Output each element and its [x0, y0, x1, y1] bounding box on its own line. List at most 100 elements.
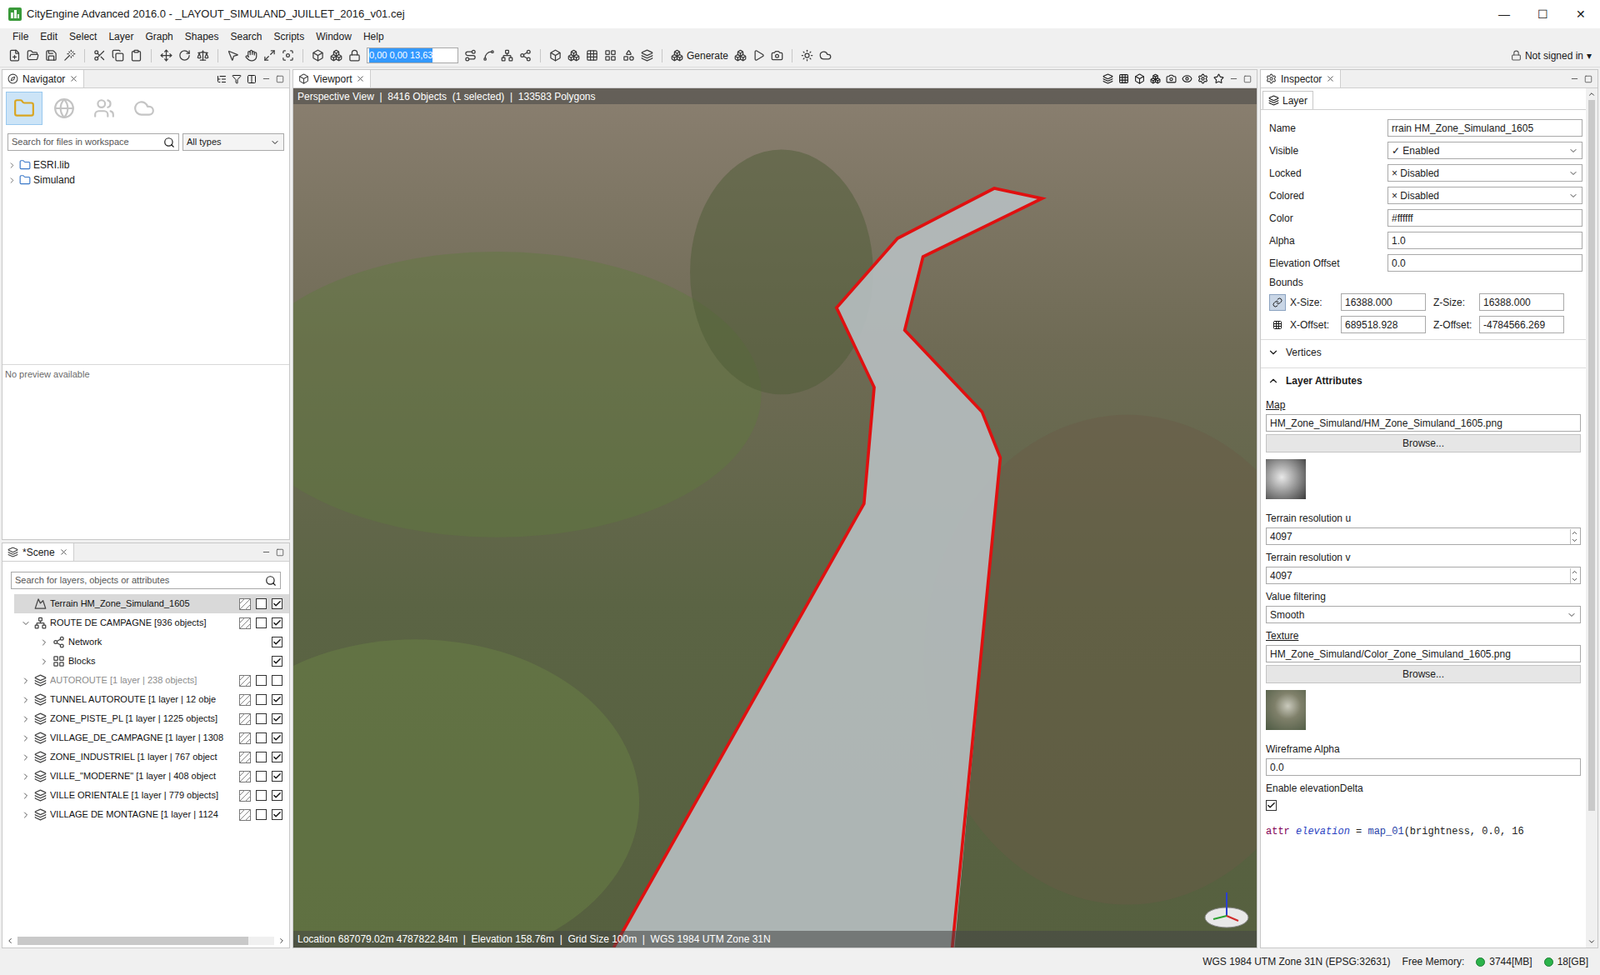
property-select[interactable]: × Disabled [1387, 186, 1583, 205]
toolbar-icon[interactable] [311, 49, 325, 62]
increment-icon[interactable] [1570, 529, 1579, 537]
lock-checkbox[interactable] [255, 770, 267, 782]
type-filter-select[interactable]: All types [182, 133, 285, 151]
property-field[interactable]: 1.0 [1387, 231, 1583, 250]
view-mode-icon[interactable] [1102, 73, 1114, 85]
shaded-icon[interactable] [1134, 73, 1145, 85]
toolbar-icon[interactable] [330, 49, 343, 62]
property-field[interactable]: rrain HM_Zone_Simuland_1605 [1387, 119, 1583, 137]
visible-checkbox[interactable] [271, 809, 283, 820]
scroll-left-icon[interactable] [5, 936, 15, 945]
minimize-icon[interactable] [261, 74, 271, 84]
toolbar-icon[interactable] [734, 49, 747, 62]
minimize-icon[interactable] [261, 547, 271, 557]
toolbar-icon[interactable] [567, 49, 580, 62]
collapsed-icon[interactable] [20, 714, 31, 725]
close-icon[interactable] [1325, 74, 1335, 84]
collapsed-icon[interactable] [39, 637, 50, 648]
wireframe-icon[interactable] [1118, 73, 1130, 85]
layer-row[interactable]: ZONE_PISTE_PL [1 layer | 1225 objects] [14, 709, 290, 729]
link-editor-icon[interactable] [246, 74, 257, 85]
layer-row[interactable]: AUTOROUTE [1 layer | 238 objects] [14, 670, 290, 690]
attribute-field[interactable]: 0.0 [1265, 758, 1581, 776]
layer-row[interactable]: Network [14, 632, 290, 652]
lock-checkbox[interactable] [255, 694, 267, 705]
attribute-link[interactable]: Map [1265, 392, 1581, 415]
menu-item[interactable]: Shapes [179, 29, 225, 45]
lock-checkbox[interactable] [255, 751, 267, 763]
collapsed-icon[interactable] [7, 160, 17, 170]
attribute-link[interactable]: Texture [1265, 623, 1581, 645]
menu-item[interactable]: Window [310, 29, 358, 45]
layer-row[interactable]: VILLAGE DE MONTAGNE [1 layer | 1124 [14, 805, 290, 825]
visible-checkbox[interactable] [271, 713, 283, 725]
lock-checkbox[interactable] [255, 732, 267, 744]
section-header[interactable]: Layer Attributes [1260, 367, 1586, 393]
visible-checkbox[interactable] [271, 790, 283, 801]
scroll-down-icon[interactable] [1587, 937, 1596, 946]
panel-tab[interactable]: Inspector [1260, 70, 1341, 88]
toolbar-icon[interactable] [464, 49, 477, 62]
horizontal-scrollbar[interactable] [2, 934, 290, 948]
color-toggle-icon[interactable] [239, 790, 251, 802]
browse-button[interactable]: Browse... [1265, 434, 1581, 453]
color-toggle-icon[interactable] [239, 732, 251, 745]
toolbar-icon[interactable] [26, 49, 40, 62]
collapsed-icon[interactable] [20, 752, 31, 763]
toolbar-icon[interactable] [800, 49, 814, 62]
visible-checkbox[interactable] [271, 655, 283, 667]
vertical-scrollbar[interactable] [1585, 88, 1598, 948]
tree-item[interactable]: Simuland [7, 172, 285, 188]
visibility-icon[interactable] [1181, 73, 1193, 85]
code-area[interactable]: attr elevation = map_01(brightness, 0.0,… [1265, 820, 1581, 948]
visible-checkbox[interactable] [271, 751, 283, 763]
layer-row[interactable]: ROUTE DE CAMPAGNE [936 objects] [14, 613, 290, 633]
toolbar-icon[interactable] [482, 49, 495, 62]
toolbar-icon[interactable] [348, 49, 361, 62]
toolbar-icon[interactable] [519, 49, 532, 62]
visible-checkbox[interactable] [271, 675, 283, 686]
maximize-icon[interactable] [1243, 75, 1252, 84]
navigator-mode-button[interactable] [45, 91, 83, 125]
collapsed-icon[interactable] [20, 810, 31, 820]
elevation-delta-checkbox[interactable] [1265, 800, 1277, 811]
visible-checkbox[interactable] [271, 636, 283, 648]
menu-item[interactable]: File [6, 29, 35, 45]
layer-row[interactable]: VILLAGE_DE_CAMPAGNE [1 layer | 1308 [14, 728, 290, 748]
lock-checkbox[interactable] [255, 713, 267, 725]
attribute-field[interactable]: HM_Zone_Simuland/HM_Zone_Simuland_1605.p… [1265, 414, 1581, 432]
toolbar-icon[interactable] [8, 49, 21, 62]
toolbar-icon[interactable] [281, 49, 295, 62]
close-icon[interactable] [59, 547, 69, 557]
tree-item[interactable]: ESRI.lib [7, 157, 285, 173]
maximize-icon[interactable] [1584, 75, 1593, 84]
collapsed-icon[interactable] [20, 733, 31, 744]
lock-checkbox[interactable] [255, 598, 267, 610]
color-toggle-icon[interactable] [239, 598, 251, 610]
layer-row[interactable]: ZONE_INDUSTRIEL [1 layer | 767 object [14, 747, 290, 767]
toolbar-icon[interactable] [178, 49, 191, 62]
decrement-icon[interactable] [1570, 575, 1579, 584]
menu-item[interactable]: Edit [34, 29, 64, 45]
visible-checkbox[interactable] [271, 694, 283, 705]
filter-icon[interactable] [231, 74, 242, 85]
toolbar-icon[interactable] [130, 49, 143, 62]
viewport-canvas[interactable]: Perspective View | 8416 Objects (1 selec… [293, 88, 1257, 948]
toolbar-icon[interactable] [770, 49, 784, 62]
toolbar-icon[interactable] [196, 49, 210, 62]
toolbar-icon[interactable] [111, 49, 125, 62]
coordinates-field[interactable]: 0,00 0,00 13,63 [366, 47, 459, 64]
collapsed-icon[interactable] [7, 175, 17, 185]
color-toggle-icon[interactable] [239, 751, 251, 764]
visible-checkbox[interactable] [271, 770, 283, 782]
toolbar-icon[interactable] [63, 49, 76, 62]
lock-checkbox[interactable] [255, 675, 267, 686]
minimize-icon[interactable] [1570, 74, 1580, 84]
scroll-right-icon[interactable] [277, 936, 286, 945]
minimize-icon[interactable] [1229, 74, 1239, 84]
visible-checkbox[interactable] [271, 598, 283, 610]
toolbar-icon[interactable] [45, 49, 58, 62]
color-toggle-icon[interactable] [239, 770, 251, 783]
attribute-field[interactable]: HM_Zone_Simuland/Color_Zone_Simuland_160… [1265, 645, 1581, 663]
navigator-mode-button[interactable] [5, 91, 43, 125]
